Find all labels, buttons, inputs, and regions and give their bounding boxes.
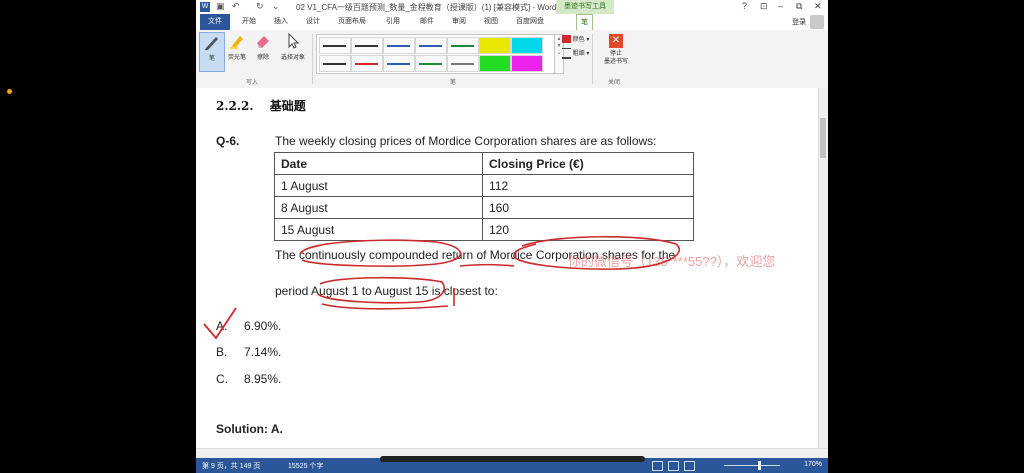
group-pen-label: 笔 [450,80,457,86]
stop-inking-button[interactable]: ✕ 停止 墨迹书写 [594,34,638,66]
pen-swatch[interactable] [383,55,415,72]
tab-references[interactable]: 引用 [386,16,400,26]
color-label: 颜色 [572,37,585,43]
zoom-slider[interactable] [724,465,780,466]
word-count[interactable]: 15525 个字 [288,461,323,471]
page-count[interactable]: 第 9 页，共 149 页 [202,461,260,471]
thickness-dropdown[interactable]: 粗细 ▾ [562,48,589,59]
avatar[interactable] [810,15,824,29]
pen-color-icon [562,35,571,44]
pen-button[interactable]: 笔 [199,32,225,72]
restore-icon[interactable]: ⧉ [796,1,802,12]
window-title: 02 V1_CFA一级百题预测_数量_金程教育（授课版）(1) [兼容模式] -… [296,3,557,12]
pen-swatch[interactable] [447,55,479,72]
group-write-label: 写入 [246,80,259,86]
print-layout-icon[interactable] [668,461,679,471]
tab-design[interactable]: 设计 [306,16,320,26]
group-divider [312,34,313,84]
login-link[interactable]: 登录 [792,17,806,27]
tab-review[interactable]: 审阅 [452,16,466,26]
select-objects-button-label: 选择对象 [280,55,305,61]
eraser-button[interactable]: 擦除 [251,32,275,61]
thickness-label: 粗细 [572,51,585,58]
ink-circle-august-range [317,276,445,304]
highlight-swatch-cyan[interactable] [511,37,543,54]
eraser-button-label: 擦除 [256,55,269,61]
stop-icon: ✕ [609,34,623,48]
pen-swatch[interactable] [447,37,479,54]
read-mode-icon[interactable] [652,461,663,471]
tab-view[interactable]: 视图 [484,16,498,26]
tab-baidu-netdisk[interactable]: 百度网盘 [516,16,544,26]
select-objects-button[interactable]: 选择对象 [277,32,309,61]
minimize-icon[interactable]: – [778,1,783,11]
redo-icon[interactable]: ↻ [256,1,264,12]
ink-tools-context-tab: 墨迹书写工具 [556,0,614,15]
highlight-swatch-magenta[interactable] [511,55,543,72]
ribbon-tabs: 文件 开始 插入 设计 页面布局 引用 邮件 审阅 视图 百度网盘 笔 登录 [196,14,828,31]
thickness-icon [562,48,571,59]
screen-indicator-dot [7,89,12,94]
pen-icon [205,37,218,50]
word-window: W ▣ ↶ ↻ ⌄ 02 V1_CFA一级百题预测_数量_金程教育（授课版）(1… [196,0,828,473]
zoom-level[interactable]: 170% [804,461,822,468]
pen-swatch[interactable] [351,55,383,72]
pen-swatch[interactable] [319,55,351,72]
ink-underline-return [459,263,515,267]
ink-circle-continuously-compounded [299,239,462,267]
word-logo-icon: W [200,2,210,12]
highlighter-button-label: 荧光笔 [227,55,246,61]
pen-swatch[interactable] [351,37,383,54]
eraser-icon [257,36,269,48]
pen-style-gallery [316,34,556,74]
title-bar: W ▣ ↶ ↻ ⌄ 02 V1_CFA一级百题预测_数量_金程教育（授课版）(1… [196,0,828,15]
undo-icon[interactable]: ↶ [232,1,240,12]
pen-swatch[interactable] [415,37,447,54]
color-dropdown[interactable]: 颜色 ▾ [562,34,589,44]
ink-annotations [203,235,680,340]
quick-access-dropdown-icon[interactable]: ⌄ [272,1,280,12]
ink-circle-mordice-corporation [513,235,680,270]
highlight-swatch-yellow[interactable] [479,37,511,54]
cursor-arrow-icon [288,32,300,49]
ribbon-display-icon[interactable]: ⊡ [760,1,768,12]
highlighter-icon [230,36,243,49]
tab-page-layout[interactable]: 页面布局 [338,16,366,26]
document-page[interactable]: 2.2.2. 基础题 Q-6. The weekly closing price… [196,88,818,448]
close-icon[interactable]: ✕ [814,1,822,12]
tab-mailings[interactable]: 邮件 [420,16,434,26]
ribbon-pen: 笔 荧光笔 擦除 选择对象 写入 ▴ ▾ ⌄ 颜色 ▾ 粗细 ▾ 笔 ✕ 停止 … [196,30,828,89]
group-divider [592,34,593,84]
video-progress-bar[interactable] [380,456,645,462]
scrollbar-thumb[interactable] [820,118,826,158]
stop-line1: 停止 [609,51,622,57]
highlight-swatch-green[interactable] [479,55,511,72]
ink-underline-august-range [321,303,449,310]
zoom-slider-knob[interactable] [758,461,761,470]
tab-home[interactable]: 开始 [242,16,256,26]
pen-swatch[interactable] [383,37,415,54]
stop-line2: 墨迹书写 [603,59,628,65]
pen-button-label: 笔 [208,56,215,62]
save-icon[interactable]: ▣ [216,1,225,12]
help-icon[interactable]: ? [742,1,747,11]
group-close-label: 关闭 [608,80,621,86]
vertical-scrollbar[interactable] [818,88,828,458]
web-layout-icon[interactable] [684,461,695,471]
tab-pen[interactable]: 笔 [576,14,593,31]
pen-swatch[interactable] [415,55,447,72]
tab-file[interactable]: 文件 [200,14,230,30]
highlighter-button[interactable]: 荧光笔 [225,32,249,61]
ink-checkmark-option-a [203,307,237,340]
pen-swatch[interactable] [319,37,351,54]
tab-insert[interactable]: 插入 [274,16,288,26]
